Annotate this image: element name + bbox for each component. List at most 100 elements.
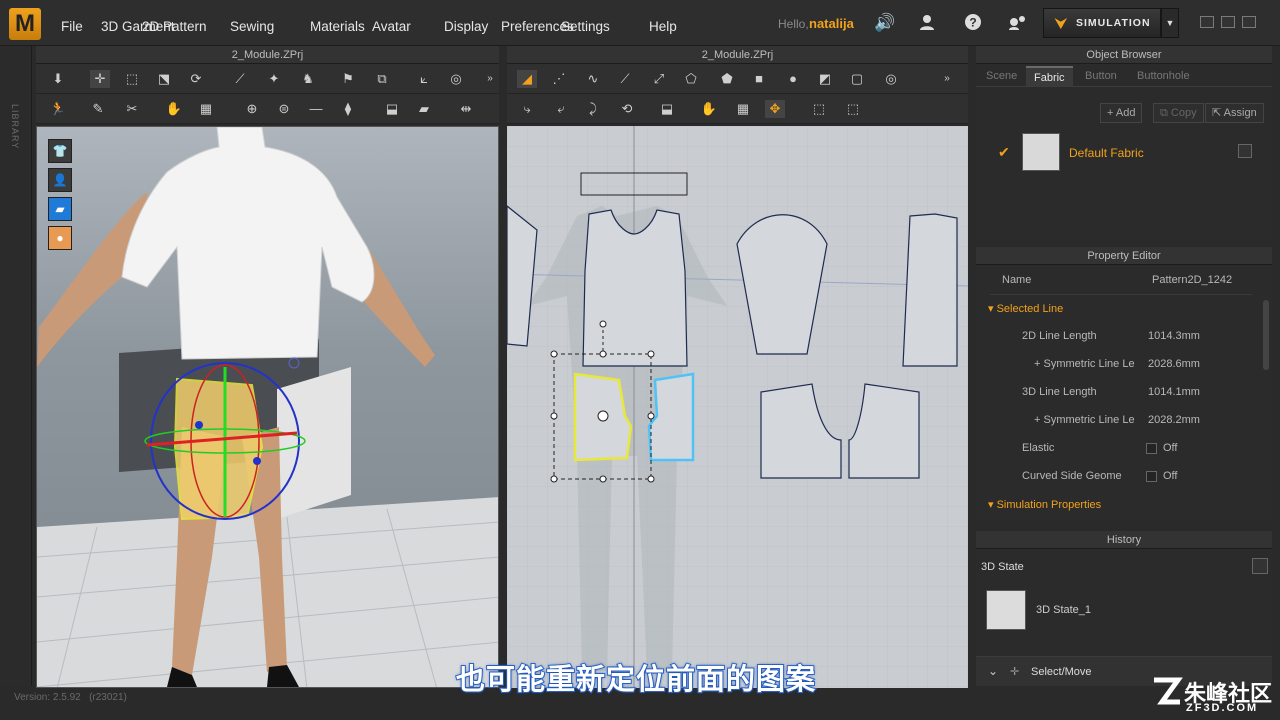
- skin-icon[interactable]: ●: [48, 226, 72, 250]
- grid-icon[interactable]: ▦: [196, 100, 216, 118]
- username[interactable]: natalija: [809, 16, 854, 31]
- overflow-icon[interactable]: »: [480, 70, 500, 88]
- section-selected-line[interactable]: ▾ Selected Line: [988, 302, 1063, 315]
- line-3d-value[interactable]: 1014.1mm: [1148, 386, 1200, 398]
- split-icon[interactable]: ⇹: [456, 100, 476, 118]
- close-icon[interactable]: [1242, 16, 1256, 28]
- menu-display[interactable]: Display: [444, 19, 488, 34]
- tack-icon[interactable]: ⬓: [657, 100, 677, 118]
- history-item-label[interactable]: 3D State_1: [1036, 604, 1091, 616]
- avatar-pose-icon[interactable]: 🏃: [48, 100, 68, 118]
- sym-3d-value[interactable]: 2028.2mm: [1148, 414, 1200, 426]
- section-simulation[interactable]: ▾ Simulation Properties: [988, 498, 1101, 511]
- history-options-icon[interactable]: [1252, 558, 1268, 574]
- speaker-icon[interactable]: 🔊: [874, 13, 895, 33]
- elastic-checkbox[interactable]: [1146, 443, 1157, 454]
- edit-point-icon[interactable]: ⋰: [549, 70, 569, 88]
- add-button[interactable]: + Add: [1100, 103, 1143, 123]
- tape-icon[interactable]: ⧉: [372, 70, 392, 88]
- tab-scene[interactable]: Scene: [986, 66, 1017, 86]
- fabric-icon[interactable]: ▰: [48, 197, 72, 221]
- internal-rectangle-icon[interactable]: ▢: [847, 70, 867, 88]
- tab-buttonhole[interactable]: Buttonhole: [1137, 66, 1190, 86]
- user-icon[interactable]: [917, 13, 937, 33]
- tab-fabric[interactable]: Fabric: [1026, 66, 1073, 86]
- zip-icon[interactable]: ⧫: [338, 100, 358, 118]
- menu-materials[interactable]: Materials: [310, 19, 365, 34]
- select-buttonhole-icon[interactable]: ⬚: [843, 100, 863, 118]
- property-scrollbar[interactable]: [1263, 300, 1269, 370]
- avatar-icon[interactable]: 👤: [48, 168, 72, 192]
- menu-settings[interactable]: Settings: [561, 19, 610, 34]
- board-icon[interactable]: ▰: [414, 100, 434, 118]
- garment-fit-icon[interactable]: ⚑: [338, 70, 358, 88]
- line-icon[interactable]: —: [306, 100, 326, 118]
- avatar-shirt[interactable]: [121, 127, 375, 360]
- edit-curve-icon[interactable]: ∿: [583, 70, 603, 88]
- selected-pattern-blue[interactable]: [647, 372, 695, 462]
- polygon-icon[interactable]: ⬠: [681, 70, 701, 88]
- menu-sewing[interactable]: Sewing: [230, 19, 274, 34]
- pattern-bodice-back[interactable]: [902, 213, 958, 367]
- texture-icon[interactable]: ▦: [733, 100, 753, 118]
- pattern-shape-icon[interactable]: ⬟: [717, 70, 737, 88]
- edit-texture-icon[interactable]: ✥: [765, 100, 785, 118]
- tab-button[interactable]: Button: [1085, 66, 1117, 86]
- viewport-3d-canvas[interactable]: [37, 127, 499, 688]
- gizmo-handle-2[interactable]: [253, 457, 261, 465]
- sym-2d-value[interactable]: 2028.6mm: [1148, 358, 1200, 370]
- copy-button[interactable]: ⧉ Copy: [1153, 103, 1204, 123]
- free-sew-icon[interactable]: ⤸: [583, 100, 603, 118]
- assign-button[interactable]: ⇱ Assign: [1205, 103, 1264, 123]
- gizmo-handle-1[interactable]: [195, 421, 203, 429]
- shirt-pin-icon[interactable]: ✦: [264, 70, 284, 88]
- measure-icon[interactable]: ⟀: [414, 70, 434, 88]
- library-strip[interactable]: LIBRARY: [0, 46, 32, 686]
- minimize-icon[interactable]: [1200, 16, 1214, 28]
- iron-icon[interactable]: ⬓: [382, 100, 402, 118]
- select-move-icon[interactable]: ✛: [90, 70, 110, 88]
- viewport-2d-canvas[interactable]: [507, 126, 968, 688]
- seam-icon[interactable]: ⤷: [517, 100, 537, 118]
- overflow-2d-icon[interactable]: »: [937, 70, 957, 88]
- transform-pattern-icon[interactable]: ◢: [517, 70, 537, 88]
- viewport-2d[interactable]: [507, 126, 968, 688]
- menu-2d-pattern[interactable]: 2D Pattern: [142, 19, 207, 34]
- add-point-icon[interactable]: ⟋: [615, 70, 635, 88]
- restore-icon[interactable]: [1221, 16, 1235, 28]
- check-sew-icon[interactable]: ⟲: [617, 100, 637, 118]
- pattern-bodice-front[interactable]: [582, 209, 688, 367]
- menu-avatar[interactable]: Avatar: [372, 19, 411, 34]
- move-down-icon[interactable]: ⬇: [48, 70, 68, 88]
- pattern-plane-side[interactable]: [277, 367, 351, 519]
- selected-pattern-front[interactable]: [173, 377, 264, 521]
- fabric-options-icon[interactable]: [1238, 144, 1252, 158]
- internal-polygon-icon[interactable]: ◩: [815, 70, 835, 88]
- select-box-icon[interactable]: ⬚: [122, 70, 142, 88]
- fold-icon[interactable]: ⟳: [186, 70, 206, 88]
- line-2d-value[interactable]: 1014.3mm: [1148, 330, 1200, 342]
- network-icon[interactable]: [1008, 13, 1028, 33]
- garment-icon[interactable]: 👕: [48, 139, 72, 163]
- rectangle-icon[interactable]: ■: [749, 70, 769, 88]
- internal-circle-icon[interactable]: ◎: [881, 70, 901, 88]
- curve-point-icon[interactable]: ⤢: [649, 70, 669, 88]
- menu-help[interactable]: Help: [649, 19, 677, 34]
- ring-icon[interactable]: ◎: [446, 70, 466, 88]
- select-button-icon[interactable]: ⬚: [809, 100, 829, 118]
- circle-icon[interactable]: ●: [783, 70, 803, 88]
- curved-checkbox[interactable]: [1146, 471, 1157, 482]
- history-thumbnail[interactable]: [986, 590, 1026, 630]
- button-add-icon[interactable]: ⊕: [242, 100, 262, 118]
- segment-sew-icon[interactable]: ⤶: [551, 100, 571, 118]
- button-icon[interactable]: ⊜: [274, 100, 294, 118]
- scissors-icon[interactable]: ✂: [122, 100, 142, 118]
- hand-2d-icon[interactable]: ✋: [699, 100, 719, 118]
- pin-icon[interactable]: ⟋: [230, 70, 250, 88]
- fabric-swatch[interactable]: [1022, 133, 1060, 171]
- help-icon[interactable]: ?: [963, 13, 983, 33]
- menu-file[interactable]: File: [61, 19, 83, 34]
- expand-icon[interactable]: ⌄: [988, 664, 998, 678]
- brush-icon[interactable]: ✎: [88, 100, 108, 118]
- transform-icon[interactable]: ⬔: [154, 70, 174, 88]
